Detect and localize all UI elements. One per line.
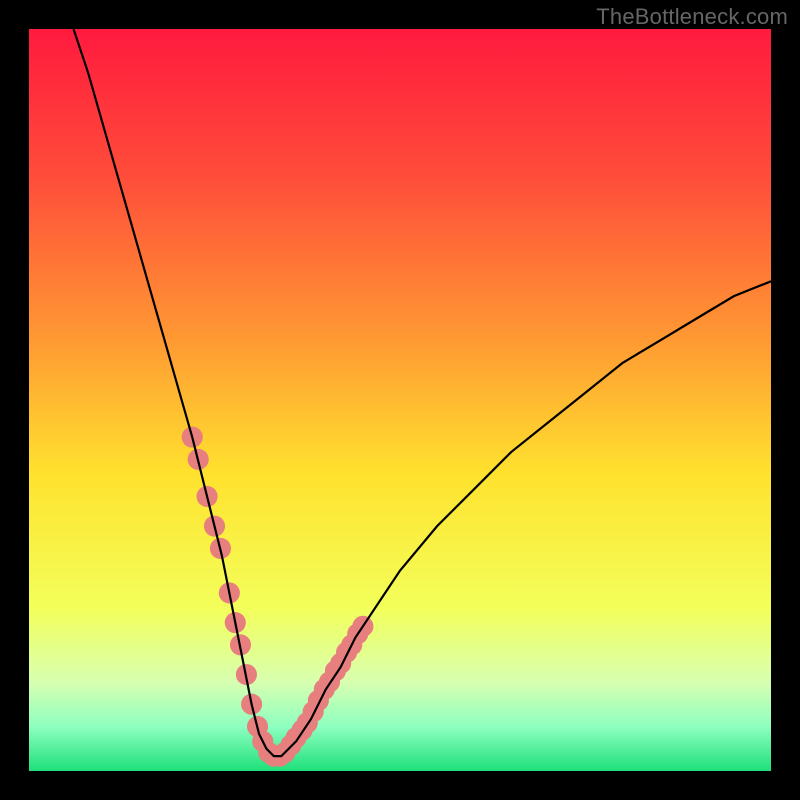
chart-frame: TheBottleneck.com [0,0,800,800]
plot-background [29,29,771,771]
bottleneck-chart [0,0,800,800]
watermark-text: TheBottleneck.com [596,4,788,30]
